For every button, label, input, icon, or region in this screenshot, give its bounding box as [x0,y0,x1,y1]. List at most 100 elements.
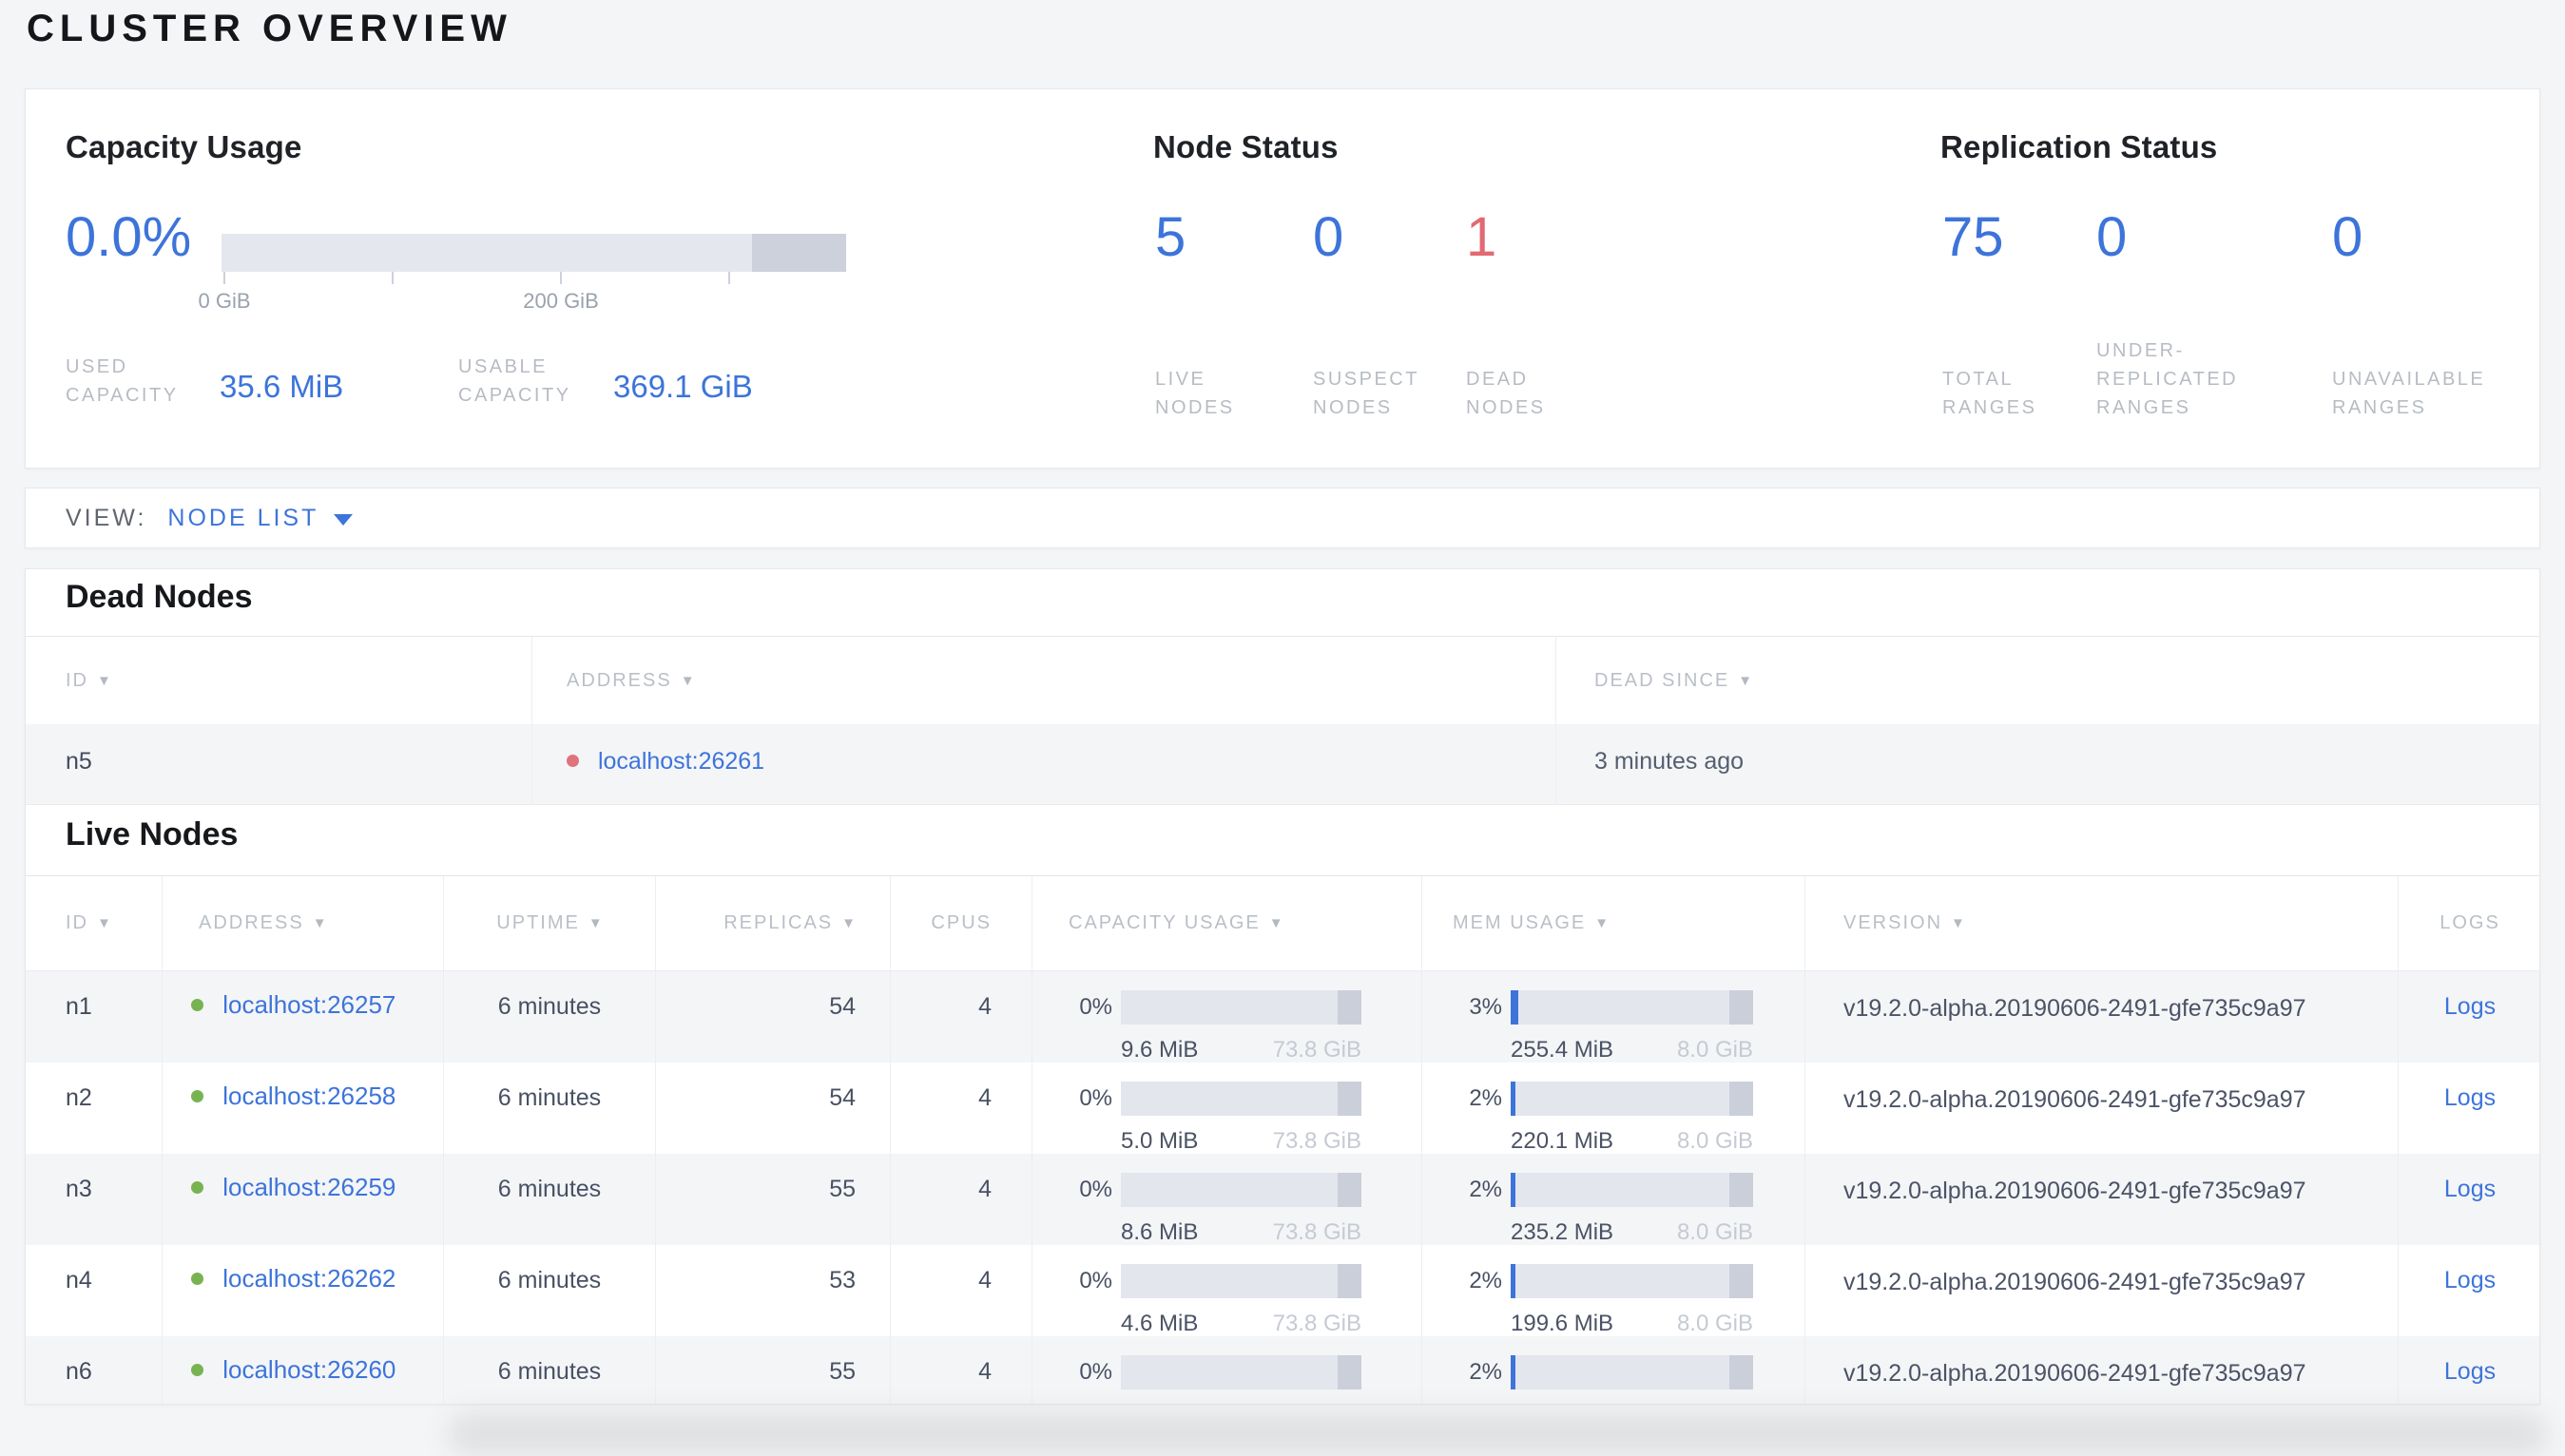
dead-node-row: n5 localhost:26261 3 minutes ago [26,724,2539,805]
cluster-summary-panel: Capacity Usage 0.0% 0 GiB 200 GiB USED C… [25,88,2540,469]
axis-tick [223,272,225,284]
live-node-row: n6 localhost:26260 6 minutes 55 4 0% 2% … [26,1336,2539,1404]
used-capacity-value: 35.6 MiB [220,369,344,404]
live-node-row: n3 localhost:26259 6 minutes 55 4 0% 8.6… [26,1154,2539,1247]
view-selector[interactable]: NODE LIST [167,505,318,532]
mem-meter-fill [1511,990,1518,1025]
node-address-cell: localhost:26262 [163,1245,444,1338]
live-status-dot-icon [191,1273,203,1285]
column-header-id[interactable]: ID ▼ [26,876,163,970]
mem-meter-other-segment [1728,1082,1753,1116]
capacity-meter-other-segment [1337,1082,1361,1116]
mem-percent: 2% [1469,1268,1502,1293]
cpus-cell: 4 [891,1154,1032,1247]
axis-label-zero: 0 GiB [198,289,251,313]
column-header-address[interactable]: ADDRESS ▼ [532,637,1556,724]
column-header-mem-usage[interactable]: MEM USAGE ▼ [1422,876,1805,970]
node-address-link[interactable]: localhost:26261 [598,748,764,775]
node-address-link[interactable]: localhost:26262 [222,1264,395,1293]
logs-link[interactable]: Logs [2444,1084,2496,1111]
sort-arrow-icon: ▼ [680,672,695,689]
capacity-meter-other-segment [1337,1173,1361,1207]
node-address-cell: localhost:26259 [163,1154,444,1247]
logs-link[interactable]: Logs [2444,1267,2496,1293]
capacity-total-value: 73.8 GiB [1273,1401,1361,1404]
dead-status-dot-icon [567,755,579,767]
capacity-usage-cell: 0% 8.6 MiB 73.8 GiB [1032,1154,1422,1247]
node-id-cell: n6 [26,1336,163,1404]
mem-meter [1511,1264,1753,1298]
capacity-used-percent: 0.0% [66,206,192,268]
node-address-link[interactable]: localhost:26258 [222,1082,395,1110]
node-address-link[interactable]: localhost:26260 [222,1355,395,1384]
node-status-title: Node Status [1153,129,1339,164]
node-id-cell: n1 [26,971,163,1064]
sort-arrow-icon: ▼ [1738,672,1753,689]
column-header-id[interactable]: ID ▼ [26,637,532,724]
dead-nodes-table: ID ▼ ADDRESS ▼ DEAD SINCE ▼ n5 localhost… [26,636,2539,805]
sort-arrow-icon: ▼ [1594,915,1610,931]
mem-meter-other-segment [1728,1264,1753,1298]
column-header-dead-since[interactable]: DEAD SINCE ▼ [1556,637,2539,724]
axis-label-200: 200 GiB [523,289,599,313]
node-status-section: Node Status 5 0 1 LIVE NODES SUSPECT NOD… [1153,129,1904,430]
live-node-row: n1 localhost:26257 6 minutes 54 4 0% 9.6… [26,971,2539,1064]
capacity-meter-other-segment [1337,990,1361,1025]
logs-cell: Logs [2399,1154,2539,1247]
mem-total-value: 8.0 GiB [1676,1311,1753,1336]
column-header-version[interactable]: VERSION ▼ [1805,876,2399,970]
version-cell: v19.2.0-alpha.20190606-2491-gfe735c9a97 [1805,1063,2399,1156]
logs-cell: Logs [2399,1063,2539,1156]
dead-nodes-label: DEAD NODES [1466,369,1546,418]
sort-arrow-icon: ▼ [97,672,111,689]
sort-arrow-icon: ▼ [97,915,111,931]
capacity-percent: 0% [1079,1268,1112,1293]
node-address-cell: localhost:26258 [163,1063,444,1156]
uptime-cell: 6 minutes [444,1336,656,1404]
column-header-replicas[interactable]: REPLICAS ▼ [656,876,891,970]
logs-link[interactable]: Logs [2444,1358,2496,1385]
column-header-address[interactable]: ADDRESS ▼ [163,876,444,970]
page-title: CLUSTER OVERVIEW [27,8,512,49]
live-status-dot-icon [191,999,203,1011]
sort-arrow-icon: ▼ [1268,915,1283,931]
capacity-total-value: 73.8 GiB [1272,1128,1361,1154]
column-header-cpus: CPUS [891,876,1032,970]
chevron-down-icon[interactable] [334,514,354,526]
dead-nodes-table-header: ID ▼ ADDRESS ▼ DEAD SINCE ▼ [26,637,2539,724]
suspect-nodes-label: SUSPECT NODES [1313,369,1419,418]
node-address-link[interactable]: localhost:26259 [222,1173,395,1201]
logs-link[interactable]: Logs [2444,993,2496,1020]
mem-meter [1511,1355,1753,1389]
view-bar: VIEW: NODE LIST [25,488,2540,548]
capacity-used-value: 5.0 MiB [1121,1128,1199,1154]
mem-meter-other-segment [1728,1173,1753,1207]
version-cell: v19.2.0-alpha.20190606-2491-gfe735c9a97 [1805,1154,2399,1247]
logs-link[interactable]: Logs [2444,1176,2496,1202]
column-header-capacity-usage[interactable]: CAPACITY USAGE ▼ [1032,876,1422,970]
dead-since-cell: 3 minutes ago [1594,748,1745,775]
node-address-cell: localhost:26257 [163,971,444,1064]
node-id-cell: n5 [26,724,532,804]
live-nodes-table: ID ▼ ADDRESS ▼ UPTIME ▼ REPLICAS ▼ CPUS … [26,875,2539,1404]
capacity-total-value: 73.8 GiB [1272,1311,1361,1336]
nodes-panel: Dead Nodes ID ▼ ADDRESS ▼ DEAD SINCE ▼ n… [25,568,2540,1405]
logs-cell: Logs [2399,971,2539,1064]
total-ranges-label: TOTAL RANGES [1942,369,2037,418]
column-header-uptime[interactable]: UPTIME ▼ [444,876,656,970]
mem-usage-cell: 3% 255.4 MiB 8.0 GiB [1422,971,1805,1064]
version-cell: v19.2.0-alpha.20190606-2491-gfe735c9a97 [1805,971,2399,1064]
capacity-used-value: 8.6 MiB [1121,1219,1199,1245]
mem-meter-fill [1511,1264,1516,1298]
capacity-percent: 0% [1079,1177,1112,1202]
node-id-cell: n3 [26,1154,163,1247]
live-node-row: n4 localhost:26262 6 minutes 53 4 0% 4.6… [26,1245,2539,1338]
replicas-cell: 55 [656,1154,891,1247]
sort-arrow-icon: ▼ [1951,915,1965,931]
mem-used-value: 199.6 MiB [1511,1311,1614,1336]
capacity-used-value: 7.8 MiB [1121,1401,1198,1404]
node-id-cell: n4 [26,1245,163,1338]
dead-nodes-count: 1 [1466,206,1497,268]
node-address-link[interactable]: localhost:26257 [222,990,395,1019]
unavailable-ranges-count: 0 [2332,206,2363,268]
